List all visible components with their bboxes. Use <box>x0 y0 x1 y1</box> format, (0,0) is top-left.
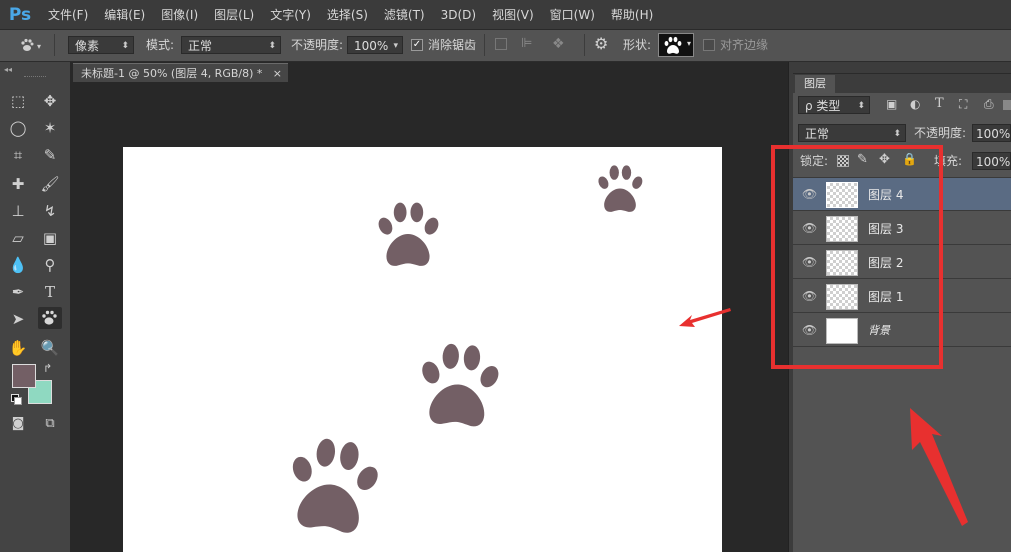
shape-label: 形状: <box>623 38 652 52</box>
grip-icon[interactable] <box>24 76 46 79</box>
layer-filter-select[interactable]: ρ 类型 ⬍ <box>798 96 870 114</box>
fill-input[interactable]: 100% <box>972 152 1011 170</box>
divider <box>584 34 585 56</box>
menu-filter[interactable]: 滤镜(T) <box>376 6 433 23</box>
align-edges-checkbox[interactable] <box>703 39 715 51</box>
path-alignment-icon[interactable]: ⊫ <box>521 36 537 52</box>
magic-wand-tool-icon[interactable]: ✶ <box>38 117 62 139</box>
quick-mask-icon[interactable]: ◙ <box>6 413 30 435</box>
dodge-tool-icon[interactable]: ⚲ <box>38 254 62 276</box>
fill-type-select[interactable]: 像素 ⬍ <box>68 36 134 54</box>
menu-bar: Ps 文件(F) 编辑(E) 图像(I) 图层(L) 文字(Y) 选择(S) 滤… <box>0 0 1011 30</box>
menu-help[interactable]: 帮助(H) <box>603 6 661 23</box>
menu-image[interactable]: 图像(I) <box>153 6 206 23</box>
layer-opacity-input[interactable]: 100% <box>972 124 1011 142</box>
annotation-arrow <box>679 308 731 327</box>
divider <box>484 34 485 56</box>
divider <box>54 34 55 56</box>
menu-type[interactable]: 文字(Y) <box>262 6 319 23</box>
eyedropper-tool-icon[interactable]: ✎ <box>38 144 62 166</box>
hand-tool-icon[interactable]: ✋ <box>6 337 30 359</box>
type-tool-icon[interactable]: T <box>38 281 62 303</box>
path-arrangement-icon[interactable]: ❖ <box>552 35 572 53</box>
marquee-tool-icon[interactable]: ⬚ <box>6 90 30 112</box>
dropdown-arrow-icon: ▾ <box>686 39 691 48</box>
default-colors-icon[interactable] <box>11 394 22 405</box>
paw-print <box>280 434 386 537</box>
tools-panel: ◂◂ ⬚ ✥ ◯ ✶ ⌗ ✎ ✚ 🖌 ⊥ ↯ ▱ ▣ 💧 ⚲ ✒ T ➤ ✋ 🔍… <box>0 62 71 552</box>
lasso-tool-icon[interactable]: ◯ <box>6 117 30 139</box>
foreground-color-swatch[interactable] <box>12 364 36 388</box>
filter-type-icon[interactable]: T <box>935 96 944 111</box>
antialias-checkbox[interactable]: ✓ <box>411 39 423 51</box>
options-bar: ▾ 像素 ⬍ 模式: 正常 ⬍ 不透明度: 100% ▾ ✓ 消除锯齿 ⊫ ❖ ⚙ 形… <box>0 30 1011 62</box>
align-edges-label: 对齐边缘 <box>720 38 769 52</box>
crop-tool-icon[interactable]: ⌗ <box>6 144 30 166</box>
dropdown-arrow-icon: ▾ <box>393 41 398 51</box>
app-logo: Ps <box>8 4 32 25</box>
history-brush-tool-icon[interactable]: ↯ <box>38 200 62 222</box>
swap-colors-icon[interactable]: ↱ <box>43 362 52 375</box>
eraser-tool-icon[interactable]: ▱ <box>6 227 30 249</box>
gear-icon[interactable]: ⚙ <box>594 35 612 53</box>
layers-panel-tab[interactable]: 图层 <box>795 75 835 93</box>
tool-preset-picker[interactable]: ▾ <box>18 36 44 56</box>
dropdown-arrow-icon: ⬍ <box>857 101 865 111</box>
canvas-artwork <box>280 165 645 537</box>
menu-3d[interactable]: 3D(D) <box>433 8 484 22</box>
menu-layer[interactable]: 图层(L) <box>206 6 262 23</box>
paw-tool-icon: ▾ <box>21 38 41 51</box>
clone-stamp-tool-icon[interactable]: ⊥ <box>6 200 30 222</box>
filter-adjustment-icon[interactable]: ◐ <box>910 97 920 111</box>
path-operations-icon[interactable] <box>495 38 507 50</box>
filter-toggle[interactable] <box>1003 100 1011 110</box>
menu-view[interactable]: 视图(V) <box>484 6 542 23</box>
path-selection-tool-icon[interactable]: ➤ <box>6 308 30 330</box>
pen-tool-icon[interactable]: ✒ <box>6 281 30 303</box>
filter-pixel-icon[interactable]: ▣ <box>886 97 897 111</box>
shape-picker[interactable]: ▾ <box>658 33 694 57</box>
paw-print <box>596 165 645 212</box>
custom-shape-tool-icon[interactable] <box>38 307 62 329</box>
paw-icon <box>42 310 57 325</box>
menu-select[interactable]: 选择(S) <box>319 6 376 23</box>
filter-smart-object-icon[interactable]: ⎙ <box>984 97 994 112</box>
document-tab[interactable]: 未标题-1 @ 50% (图层 4, RGB/8) * × <box>73 63 288 82</box>
blend-mode-select[interactable]: 正常 ⬍ <box>798 124 906 142</box>
dropdown-arrow-icon: ⬍ <box>121 41 129 51</box>
blur-tool-icon[interactable]: 💧 <box>6 254 30 276</box>
opacity-input[interactable]: 100% ▾ <box>347 36 403 54</box>
brush-tool-icon[interactable]: 🖌 <box>38 173 62 195</box>
mode-label: 模式: <box>146 38 175 52</box>
paw-print <box>415 341 504 429</box>
collapse-icon[interactable]: ◂◂ <box>4 65 12 74</box>
mode-select[interactable]: 正常 ⬍ <box>181 36 281 54</box>
filter-shape-icon[interactable]: ⛶ <box>959 97 967 112</box>
highlight-box <box>771 145 943 369</box>
move-tool-icon[interactable]: ✥ <box>38 90 62 112</box>
divider <box>793 73 1011 74</box>
paw-shape-icon <box>664 36 682 54</box>
paw-print <box>375 202 442 266</box>
document-canvas[interactable] <box>123 147 722 552</box>
layer-opacity-label: 不透明度: <box>914 126 967 140</box>
menu-file[interactable]: 文件(F) <box>40 6 96 23</box>
screen-mode-icon[interactable]: ⧉ <box>38 413 62 435</box>
document-tab-title: 未标题-1 @ 50% (图层 4, RGB/8) * <box>81 67 263 80</box>
close-tab-icon[interactable]: × <box>273 64 282 83</box>
healing-brush-tool-icon[interactable]: ✚ <box>6 173 30 195</box>
dropdown-arrow-icon: ⬍ <box>893 129 901 139</box>
antialias-label: 消除锯齿 <box>428 38 477 52</box>
opacity-label: 不透明度: <box>291 38 344 52</box>
menu-edit[interactable]: 编辑(E) <box>96 6 153 23</box>
annotation-arrow <box>910 408 968 526</box>
zoom-tool-icon[interactable]: 🔍 <box>38 337 62 359</box>
menu-window[interactable]: 窗口(W) <box>542 6 603 23</box>
dropdown-arrow-icon: ⬍ <box>268 41 276 51</box>
svg-text:▾: ▾ <box>37 42 41 51</box>
gradient-tool-icon[interactable]: ▣ <box>38 227 62 249</box>
